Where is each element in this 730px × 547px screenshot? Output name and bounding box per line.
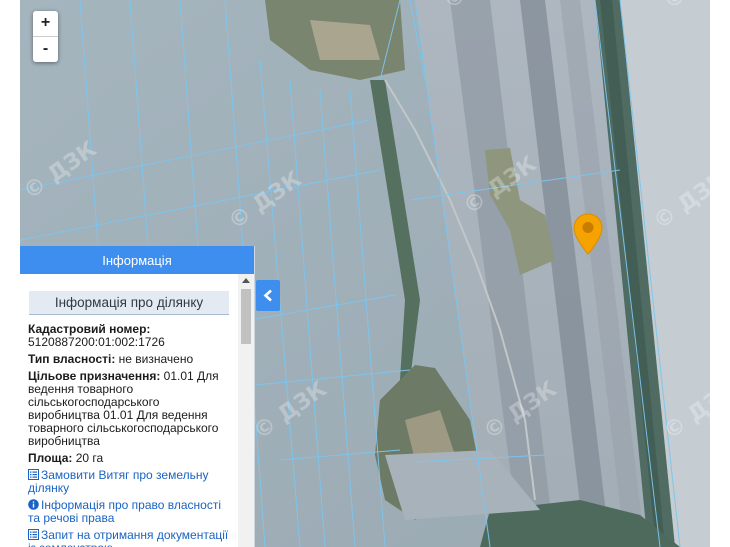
- ownership-rights-link[interactable]: Інформація про право власності та речові…: [28, 499, 230, 524]
- zoom-out-button[interactable]: -: [33, 37, 58, 62]
- zoom-control: + -: [33, 11, 58, 62]
- panel-header: Інформація: [20, 246, 254, 274]
- purpose-field: Цільове призначення: 01.01 Для ведення т…: [28, 370, 230, 448]
- scroll-up-arrow-icon[interactable]: [242, 278, 250, 283]
- land-docs-request-label: Запит на отримання документації із земле…: [28, 528, 229, 547]
- chevron-left-icon: [263, 289, 272, 302]
- area-label: Площа:: [28, 451, 73, 465]
- area-value: 20 га: [72, 451, 104, 465]
- scrollbar-thumb[interactable]: [241, 289, 251, 344]
- list-icon: [28, 529, 39, 540]
- section-title: Інформація про ділянку: [29, 291, 229, 315]
- cadastral-field: Кадастровий номер: 5120887200:01:002:172…: [28, 323, 230, 349]
- land-docs-request-link[interactable]: Запит на отримання документації із земле…: [28, 529, 230, 547]
- ownership-value: не визначено: [115, 352, 194, 366]
- ownership-rights-label: Інформація про право власності та речові…: [28, 498, 221, 525]
- info-panel: Інформація Інформація про ділянку Кадаст…: [20, 246, 255, 547]
- area-field: Площа: 20 га: [28, 452, 230, 465]
- ownership-label: Тип власності:: [28, 352, 116, 366]
- cadastral-value: 5120887200:01:002:1726: [28, 335, 165, 349]
- info-circle-icon: [28, 499, 39, 510]
- purpose-label: Цільове призначення:: [28, 369, 161, 383]
- ownership-field: Тип власності: не визначено: [28, 353, 230, 366]
- cadastral-label: Кадастровий номер:: [28, 322, 151, 336]
- order-extract-link[interactable]: Замовити Витяг про земельну ділянку: [28, 469, 230, 494]
- order-extract-label: Замовити Витяг про земельну ділянку: [28, 468, 209, 495]
- collapse-panel-button[interactable]: [256, 280, 280, 311]
- list-icon: [28, 469, 39, 480]
- panel-scrollbar[interactable]: [238, 274, 254, 547]
- map-pin-icon[interactable]: [573, 213, 603, 255]
- zoom-in-button[interactable]: +: [33, 11, 58, 37]
- panel-content[interactable]: Інформація про ділянку Кадастровий номер…: [20, 274, 238, 547]
